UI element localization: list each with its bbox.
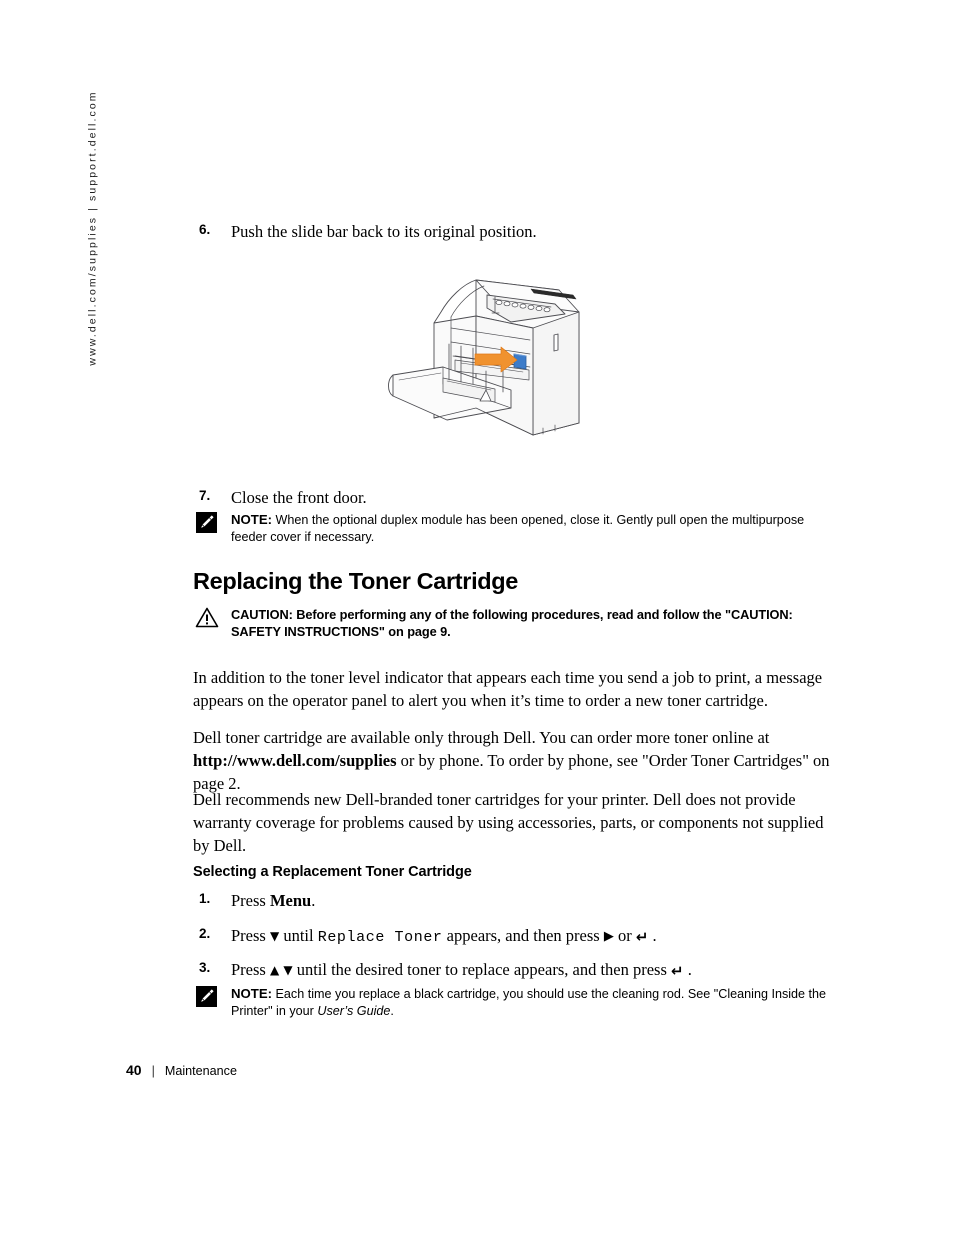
procedure-step-1-number: 1. xyxy=(199,891,211,906)
procedure-step-2-block: 2. Press ▼ until Replace Toner appears, … xyxy=(193,924,833,948)
procedure-step-3-number: 3. xyxy=(199,960,211,975)
note-duplex-block: NOTE: When the optional duplex module ha… xyxy=(193,511,833,547)
step2-post: . xyxy=(648,926,657,945)
page-title: Replacing the Toner Cartridge xyxy=(193,568,518,594)
paragraph-2-block: Dell toner cartridge are available only … xyxy=(193,726,833,795)
menu-button-label: Menu xyxy=(269,891,312,910)
procedure-step-3-text: Press ▲ ▼ until the desired toner to rep… xyxy=(231,958,833,981)
caution-block: CAUTION: Before performing any of the fo… xyxy=(193,606,833,641)
paragraph-1-block: In addition to the toner level indicator… xyxy=(193,666,833,712)
paragraph-toner-indicator: In addition to the toner level indicator… xyxy=(193,668,823,711)
enter-key-icon: ↵ xyxy=(635,928,649,946)
step-6-text: Push the slide bar back to its original … xyxy=(231,222,537,241)
step2-mid1: until xyxy=(279,926,318,945)
footer-page-number: 40 xyxy=(126,1062,142,1078)
caution-notice: CAUTION: Before performing any of the fo… xyxy=(193,606,833,641)
step-7-text: Close the front door. xyxy=(231,488,367,507)
note-cleaning: NOTE: Each time you replace a black cart… xyxy=(193,985,833,1021)
subsection-title: Selecting a Replacement Toner Cartridge xyxy=(193,864,472,880)
footer-chapter-name: Maintenance xyxy=(164,1064,237,1078)
note-cleaning-block: NOTE: Each time you replace a black cart… xyxy=(193,985,833,1021)
caution-label: CAUTION: xyxy=(231,607,293,622)
arrow-down-icon: ▼ xyxy=(269,929,280,943)
procedure-step-3: 3. Press ▲ ▼ until the desired toner to … xyxy=(193,958,833,981)
footer-separator: | xyxy=(151,1064,155,1078)
warning-triangle-icon xyxy=(195,607,219,628)
step3-post: . xyxy=(683,960,692,979)
supplies-url-link[interactable]: http://www.dell.com/supplies xyxy=(193,751,397,770)
step-6: 6. Push the slide bar back to its origin… xyxy=(193,220,833,243)
blue-slide-tab xyxy=(513,353,527,370)
caution-text: Before performing any of the following p… xyxy=(231,607,793,640)
step-7: 7. Close the front door. xyxy=(193,486,833,509)
procedure-step-1-block: 1. Press Menu. xyxy=(193,889,833,912)
note-label: NOTE: xyxy=(231,512,273,527)
note-label: NOTE: xyxy=(231,986,273,1001)
paragraph-ordering: Dell toner cartridge are available only … xyxy=(193,726,833,795)
step-6-block: 6. Push the slide bar back to its origin… xyxy=(193,220,833,243)
step-6-number: 6. xyxy=(199,222,211,237)
note-pencil-icon xyxy=(196,986,217,1007)
printer-illustration xyxy=(383,268,595,448)
step2-mid3: or xyxy=(613,926,636,945)
page-footer: 40 | Maintenance xyxy=(126,1062,237,1078)
step3-mid1: until the desired toner to replace appea… xyxy=(292,960,672,979)
note-duplex-text: When the optional duplex module has been… xyxy=(231,513,805,545)
enter-key-icon: ↵ xyxy=(671,962,684,980)
arrow-right-icon: ▶ xyxy=(603,929,614,944)
procedure-step-2: 2. Press ▼ until Replace Toner appears, … xyxy=(193,924,833,948)
arrow-up-icon: ▲ xyxy=(269,963,280,977)
side-url-vertical: www.dell.com/supplies | support.dell.com xyxy=(82,90,104,532)
side-url-text: www.dell.com/supplies | support.dell.com xyxy=(87,90,100,366)
procedure-step-2-number: 2. xyxy=(199,926,211,941)
procedure-step-1: 1. Press Menu. xyxy=(193,889,833,912)
procedure-step-1-text: Press Menu. xyxy=(231,889,833,912)
users-guide-reference: User’s Guide xyxy=(317,1004,391,1019)
step1-post: . xyxy=(311,891,316,910)
arrow-down-icon: ▼ xyxy=(283,963,293,977)
paragraph-warranty: Dell recommends new Dell-branded toner c… xyxy=(193,790,824,856)
subsection-title-block: Selecting a Replacement Toner Cartridge xyxy=(193,864,833,880)
step3-pre: Press xyxy=(231,960,270,979)
paragraph-3-block: Dell recommends new Dell-branded toner c… xyxy=(193,788,833,857)
procedure-step-3-block: 3. Press ▲ ▼ until the desired toner to … xyxy=(193,958,833,981)
paragraph-ordering-pre: Dell toner cartridge are available only … xyxy=(193,728,770,747)
note-cleaning-text-after: . xyxy=(390,1004,394,1019)
step1-pre: Press xyxy=(231,891,270,910)
step2-pre: Press xyxy=(231,926,270,945)
section-title-block: Replacing the Toner Cartridge xyxy=(193,568,833,595)
display-message-replace-toner: Replace Toner xyxy=(317,929,443,946)
note-duplex: NOTE: When the optional duplex module ha… xyxy=(193,511,833,547)
step-7-number: 7. xyxy=(199,488,211,503)
step-7-block: 7. Close the front door. xyxy=(193,486,833,509)
note-pencil-icon xyxy=(196,512,217,533)
procedure-step-2-text: Press ▼ until Replace Toner appears, and… xyxy=(231,924,833,948)
step2-mid2: appears, and then press xyxy=(442,926,604,945)
